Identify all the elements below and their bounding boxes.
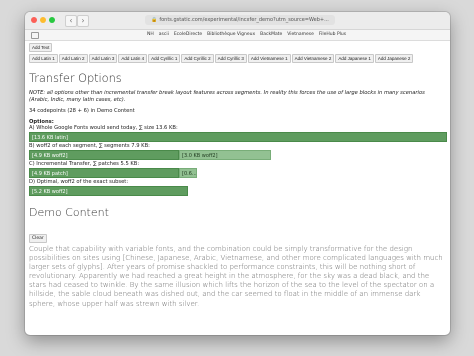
bookmark-item[interactable]: ascii [159, 32, 169, 37]
bookmarks-bar: NH ascii EcoleDirecte Bibliothèque Vigneux B… [25, 30, 450, 41]
option-bar-row: [4.9 KB patch] [0.6... [29, 168, 446, 178]
title-bar: ‹ › 🔒 fonts.gstatic.com/experimental/incx… [25, 12, 450, 30]
zoom-window-button[interactable] [49, 17, 55, 23]
bookmark-item[interactable]: Vietnamese [287, 32, 314, 37]
add-subset-buttons: Add Latin 1 Add Latin 2 Add Latin 3 Add Lat… [29, 54, 446, 63]
address-bar[interactable]: 🔒 fonts.gstatic.com/experimental/incxfer_… [145, 15, 335, 25]
option-bar-row: [4.9 KB woff2] [3.0 KB woff2] [29, 150, 446, 160]
lock-icon: 🔒 [151, 17, 158, 23]
bookmark-item[interactable]: NH [147, 32, 154, 37]
bookmark-item[interactable]: Bibliothèque Vigneux [207, 32, 255, 37]
minimize-window-button[interactable] [40, 17, 46, 23]
demo-content-title: Demo Content [29, 206, 109, 219]
add-subset-button[interactable]: Add Japanese 2 [374, 54, 414, 63]
add-subset-button[interactable]: Add Vietnamese 1 [247, 54, 291, 63]
add-subset-button[interactable]: Add Vietnamese 2 [291, 54, 335, 63]
option-bar-row: [5.2 KB woff2] [29, 186, 446, 196]
add-subset-button[interactable]: Add Cyrillic 2 [181, 54, 214, 63]
note-text: NOTE: all options other than incremental… [29, 90, 425, 103]
add-text-button[interactable]: Add Text [29, 43, 53, 52]
option-label: A) Whole Google Fonts would send today, … [29, 125, 178, 131]
demo-text: Couple that capability with variable fon… [29, 245, 443, 308]
bookmark-item[interactable]: FileHub Plus [319, 32, 346, 37]
size-bar: [3.0 KB woff2] [179, 150, 271, 160]
option-label: C) Incremental Transfer, ∑ patches 5.5 K… [29, 161, 140, 167]
add-subset-button[interactable]: Add Cyrillic 3 [214, 54, 247, 63]
option-bar-row: [13.6 KB latin] [29, 132, 447, 142]
add-subset-button[interactable]: Add Latin 3 [88, 54, 118, 63]
sidebar-toggle-icon[interactable] [31, 32, 39, 39]
add-subset-button[interactable]: Add Latin 1 [29, 54, 58, 63]
option-label: B) woff2 of each segment, ∑ segments 7.9… [29, 143, 150, 149]
add-subset-button[interactable]: Add Japanese 1 [335, 54, 374, 63]
option-label: D) Optimal, woff2 of the exact subset: [29, 179, 129, 185]
size-bar: [0.6... [179, 168, 197, 178]
url-text: fonts.gstatic.com/experimental/incxfer_d… [159, 17, 329, 23]
browser-window: ‹ › 🔒 fonts.gstatic.com/experimental/incx… [25, 12, 450, 335]
forward-arrow-icon[interactable]: › [77, 15, 89, 27]
size-bar: [4.9 KB patch] [29, 168, 179, 178]
back-arrow-icon[interactable]: ‹ [65, 15, 77, 27]
bookmark-item[interactable]: EcoleDirecte [174, 32, 202, 37]
add-subset-button[interactable]: Add Cyrillic 1 [148, 54, 181, 63]
add-subset-button[interactable]: Add Latin 2 [58, 54, 88, 63]
options-list: A) Whole Google Fonts would send today, … [29, 125, 447, 196]
close-window-button[interactable] [31, 17, 37, 23]
bookmark-item[interactable]: BackMate [260, 32, 282, 37]
clear-button[interactable]: Clear [29, 234, 47, 243]
page-content: Add Text Add Latin 1 Add Latin 2 Add Latin… [25, 41, 450, 309]
bookmark-list: NH ascii EcoleDirecte Bibliothèque Vigneux B… [147, 32, 351, 37]
size-bar: [13.6 KB latin] [29, 132, 447, 142]
transfer-options-title: Transfer Options [29, 71, 122, 85]
size-bar: [5.2 KB woff2] [29, 186, 188, 196]
add-subset-button[interactable]: Add Latin 4 [118, 54, 148, 63]
size-bar: [4.9 KB woff2] [29, 150, 179, 160]
codepoints-info: 34 codepoints (28 + 6) in Demo Content [29, 108, 135, 114]
